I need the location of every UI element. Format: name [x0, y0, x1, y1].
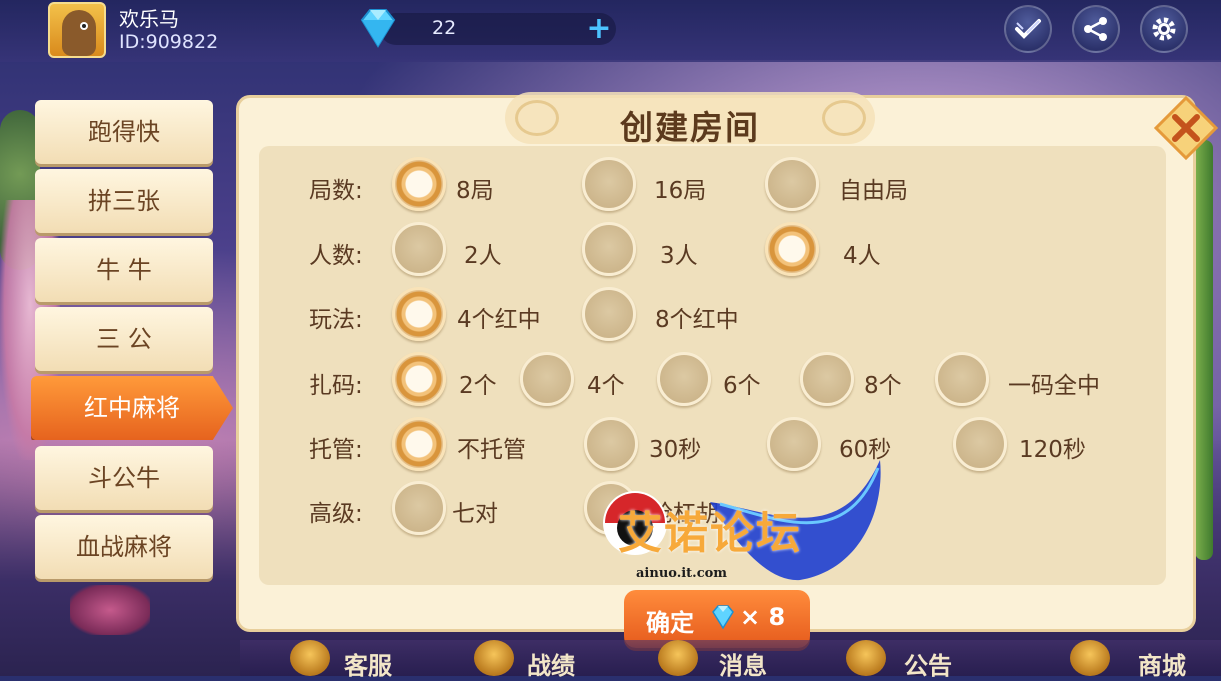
gear-icon [1152, 17, 1176, 41]
user-name: 欢乐马 [119, 7, 179, 31]
advanced-option-qidui-radio[interactable] [392, 481, 446, 535]
diamond-icon [712, 605, 734, 630]
zhama-option-all-label: 一码全中 [1008, 373, 1100, 399]
autoplay-label: 托管: [309, 437, 363, 463]
menu-item-sangong[interactable]: 三 公 [35, 307, 213, 371]
confirm-cost: × 8 [740, 603, 786, 631]
menu-item-niuniu[interactable]: 牛 牛 [35, 238, 213, 302]
autoplay-option-120s-radio[interactable] [953, 417, 1007, 471]
menu-item-pinsanzhang[interactable]: 拼三张 [35, 169, 213, 233]
players-option-2-radio[interactable] [392, 222, 446, 276]
zhama-label: 扎码: [309, 373, 363, 399]
checklist-button[interactable] [1004, 5, 1052, 53]
autoplay-option-off-radio[interactable] [392, 417, 446, 471]
menu-item-dougongniu[interactable]: 斗公牛 [35, 446, 213, 510]
mode-option-8-hongzhong-radio[interactable] [582, 287, 636, 341]
zhama-option-2-label: 2个 [459, 373, 497, 399]
players-option-4-label: 4人 [843, 243, 881, 269]
players-label: 人数: [309, 243, 363, 269]
mode-label: 玩法: [309, 307, 363, 333]
watermark-url: ainuo.it.com [636, 566, 728, 581]
zhama-option-4-radio[interactable] [520, 352, 574, 406]
diamond-icon [360, 9, 396, 48]
customer-service-icon [290, 640, 330, 676]
players-option-4-radio[interactable] [765, 222, 819, 276]
mode-option-4-hongzhong-label: 4个红中 [457, 307, 541, 333]
advanced-label: 高级: [309, 501, 363, 527]
zhama-option-4-label: 4个 [587, 373, 625, 399]
horse-avatar-icon [62, 10, 96, 56]
zhama-option-8-radio[interactable] [800, 352, 854, 406]
zhama-option-6-radio[interactable] [657, 352, 711, 406]
rounds-option-8-radio[interactable] [392, 157, 446, 211]
rounds-label: 局数: [309, 178, 363, 204]
watermark-text: 艾诺论坛 [618, 508, 802, 559]
mode-option-4-hongzhong-radio[interactable] [392, 287, 446, 341]
records-icon [474, 640, 514, 676]
background-right-strip [1195, 140, 1213, 560]
message-icon [658, 640, 698, 676]
avatar[interactable] [48, 2, 106, 58]
confirm-label: 确定 [646, 609, 694, 637]
zhama-option-6-label: 6个 [723, 373, 761, 399]
shop-icon [1070, 640, 1110, 676]
user-id: ID:909822 [119, 31, 219, 53]
menu-item-hongzhong-majiang[interactable]: 红中麻将 [31, 376, 233, 440]
autoplay-option-30s-label: 30秒 [649, 437, 702, 463]
autoplay-option-off-label: 不托管 [457, 437, 526, 463]
zhama-option-all-radio[interactable] [935, 352, 989, 406]
gem-count: 22 [432, 17, 457, 39]
zhama-option-2-radio[interactable] [392, 352, 446, 406]
advanced-option-qidui-label: 七对 [452, 501, 498, 527]
background-character-shoes [70, 585, 150, 635]
settings-button[interactable] [1140, 5, 1188, 53]
checklist-icon [1015, 19, 1041, 39]
mode-option-8-hongzhong-label: 8个红中 [655, 307, 739, 333]
menu-item-xuezhan-majiang[interactable]: 血战麻将 [35, 515, 213, 579]
dialog-title: 创建房间 [620, 108, 760, 147]
rounds-option-free-radio[interactable] [765, 157, 819, 211]
share-button[interactable] [1072, 5, 1120, 53]
players-option-3-label: 3人 [660, 243, 698, 269]
rounds-option-16-label: 16局 [654, 178, 707, 204]
add-gems-button[interactable]: + [584, 12, 614, 46]
announcement-icon [846, 640, 886, 676]
rounds-option-free-label: 自由局 [839, 178, 908, 204]
zhama-option-8-label: 8个 [864, 373, 902, 399]
autoplay-option-120s-label: 120秒 [1019, 437, 1086, 463]
menu-item-paodekuai[interactable]: 跑得快 [35, 100, 213, 164]
share-icon [1084, 17, 1107, 41]
rounds-option-16-radio[interactable] [582, 157, 636, 211]
rounds-option-8-label: 8局 [456, 178, 494, 204]
autoplay-option-30s-radio[interactable] [584, 417, 638, 471]
players-option-3-radio[interactable] [582, 222, 636, 276]
gem-balance-box [380, 13, 616, 45]
players-option-2-label: 2人 [464, 243, 502, 269]
